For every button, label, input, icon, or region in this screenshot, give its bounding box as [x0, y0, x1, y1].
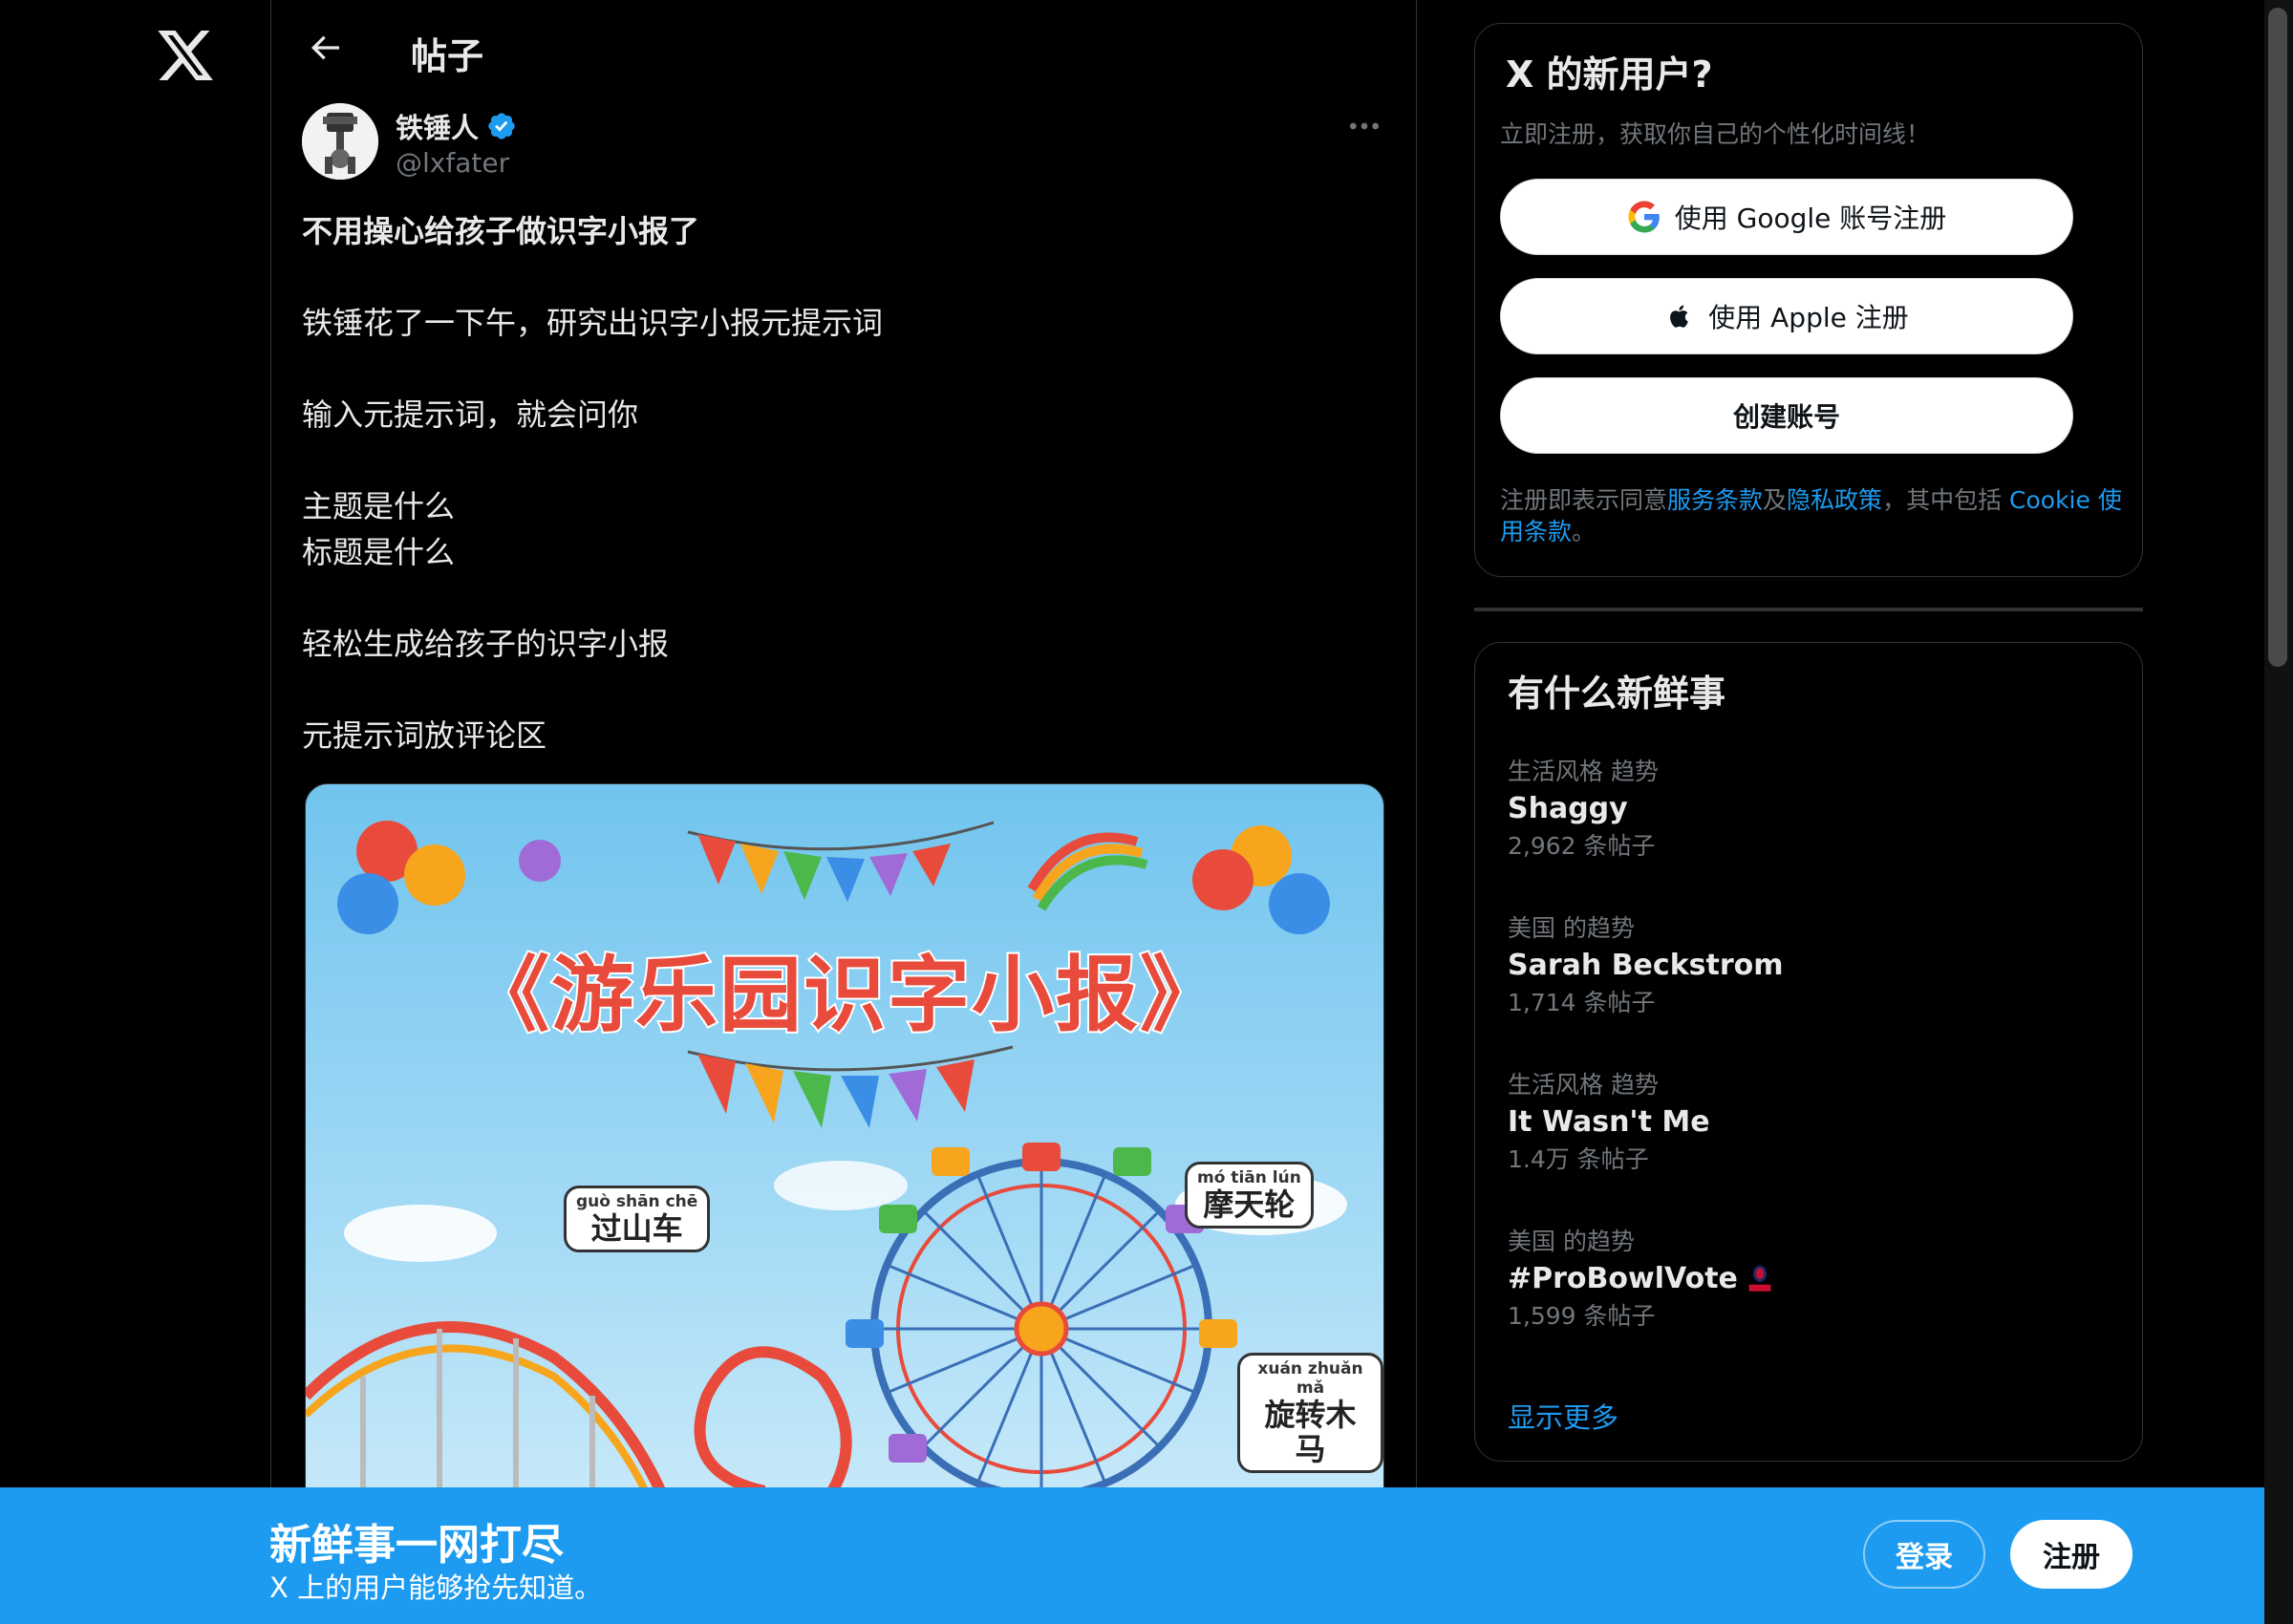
google-icon	[1628, 201, 1660, 233]
post-line: 轻松生成给孩子的识字小报	[302, 626, 670, 662]
pro-bowl-games-icon	[1748, 1265, 1771, 1292]
main-column: 帖子 铁锤人 @lxfater 不用操心给孩子做识字小报了 铁锤花了一下午，研究…	[270, 0, 1417, 1624]
trend-count: 1,714 条帖子	[1508, 989, 1656, 1016]
privacy-policy-link[interactable]: 隐私政策	[1787, 486, 1882, 514]
apple-signup-button[interactable]: 使用 Apple 注册	[1500, 278, 2073, 354]
signup-subtitle: 立即注册，获取你自己的个性化时间线！	[1500, 120, 1931, 148]
poster-label-pinyin: guò shān chē	[576, 1192, 698, 1211]
post-line: 输入元提示词，就会问你	[302, 396, 639, 433]
poster-label: mó tiān lún 摩天轮	[1185, 1162, 1314, 1229]
register-button[interactable]: 注册	[2010, 1520, 2132, 1589]
post-line: 元提示词放评论区	[302, 717, 547, 754]
trend-category: 美国 的趋势	[1508, 1228, 1635, 1255]
trend-item[interactable]: 生活风格 趋势 It Wasn't Me 1.4万 条帖子	[1508, 1069, 2100, 1176]
poster-title: 《游乐园识字小报》	[465, 946, 1224, 1045]
poster-label-pinyin: xuán zhuǎn mǎ	[1257, 1359, 1363, 1398]
trend-count: 2,962 条帖子	[1508, 832, 1656, 860]
poster-label-hanzi: 旋转木马	[1264, 1397, 1357, 1467]
author-name[interactable]: 铁锤人	[396, 106, 517, 146]
google-signup-label: 使用 Google 账号注册	[1674, 203, 1947, 234]
login-button[interactable]: 登录	[1863, 1520, 1985, 1589]
trend-name: Shaggy	[1508, 788, 2100, 830]
google-signup-button[interactable]: 使用 Google 账号注册	[1500, 179, 2073, 255]
poster-label-hanzi: 摩天轮	[1203, 1186, 1296, 1223]
trend-name-text: Shaggy	[1508, 792, 1628, 825]
create-account-label: 创建账号	[1732, 401, 1840, 433]
poster-label: guò shān chē 过山车	[564, 1186, 711, 1252]
trend-count: 1.4万 条帖子	[1508, 1145, 1649, 1173]
terms-text: 注册即表示同意服务条款及隐私政策，其中包括 Cookie 使用条款。	[1500, 484, 2131, 547]
post-line: 主题是什么	[302, 488, 456, 524]
trend-name: It Wasn't Me	[1508, 1101, 2100, 1143]
terms-end: 。	[1572, 518, 1597, 545]
signup-card: X 的新用户? 立即注册，获取你自己的个性化时间线！ 使用 Google 账号注…	[1474, 23, 2143, 577]
page-title: 帖子	[411, 35, 484, 77]
apple-signup-label: 使用 Apple 注册	[1708, 302, 1909, 333]
poster-label: xuán zhuǎn mǎ 旋转木马	[1237, 1353, 1383, 1473]
trend-item[interactable]: 美国 的趋势 #ProBowlVote 1,599 条帖子	[1508, 1226, 2100, 1333]
poster-label-pinyin: mó tiān lún	[1197, 1168, 1301, 1187]
create-account-button[interactable]: 创建账号	[1500, 377, 2073, 454]
signup-title: X 的新用户?	[1506, 53, 1713, 96]
x-logo-icon[interactable]	[155, 25, 216, 86]
trend-item[interactable]: 生活风格 趋势 Shaggy 2,962 条帖子	[1508, 756, 2100, 863]
divider	[1474, 608, 2143, 611]
post-line: 铁锤花了一下午，研究出识字小报元提示词	[302, 305, 884, 341]
trends-title: 有什么新鲜事	[1508, 673, 1726, 715]
terms-of-service-link[interactable]: 服务条款	[1667, 486, 1763, 514]
terms-prefix: 注册即表示同意	[1500, 486, 1668, 514]
trend-name-text: #ProBowlVote	[1508, 1262, 1738, 1295]
post-line: 不用操心给孩子做识字小报了	[302, 213, 700, 249]
scrollbar-track[interactable]	[2264, 0, 2293, 1624]
terms-mid: ，其中包括	[1882, 486, 2010, 514]
post-line: 标题是什么	[302, 534, 456, 570]
trend-name: Sarah Beckstrom	[1508, 945, 2100, 987]
poster-label-hanzi: 过山车	[590, 1210, 683, 1247]
trend-name-text: It Wasn't Me	[1508, 1105, 1710, 1139]
author-avatar[interactable]	[302, 103, 378, 180]
more-options-icon[interactable]	[1345, 107, 1383, 145]
back-arrow-icon[interactable]	[306, 29, 344, 67]
signup-banner: 新鲜事一网打尽 X 上的用户能够抢先知道。 登录 注册	[0, 1487, 2264, 1624]
trend-category: 美国 的趋势	[1508, 914, 1635, 942]
trend-name-text: Sarah Beckstrom	[1508, 949, 1784, 982]
trend-category: 生活风格 趋势	[1508, 1071, 1659, 1099]
terms-and: 及	[1763, 486, 1788, 514]
verified-badge-icon	[488, 113, 515, 139]
scrollbar-thumb[interactable]	[2268, 8, 2287, 667]
author-handle[interactable]: @lxfater	[396, 147, 509, 179]
trend-item[interactable]: 美国 的趋势 Sarah Beckstrom 1,714 条帖子	[1508, 912, 2100, 1019]
post-text: 不用操心给孩子做识字小报了 铁锤花了一下午，研究出识字小报元提示词 输入元提示词…	[302, 208, 1391, 759]
banner-subtitle: X 上的用户能够抢先知道。	[269, 1571, 603, 1604]
show-more-link[interactable]: 显示更多	[1508, 1396, 1618, 1436]
banner-title: 新鲜事一网打尽	[269, 1521, 564, 1570]
trend-count: 1,599 条帖子	[1508, 1302, 1656, 1330]
apple-icon	[1670, 305, 1689, 328]
avatar-image	[302, 103, 378, 180]
author-name-text: 铁锤人	[396, 112, 480, 144]
trend-category: 生活风格 趋势	[1508, 758, 1659, 785]
trend-name: #ProBowlVote	[1508, 1258, 2100, 1300]
trends-card: 有什么新鲜事 生活风格 趋势 Shaggy 2,962 条帖子 美国 的趋势 S…	[1474, 642, 2143, 1462]
